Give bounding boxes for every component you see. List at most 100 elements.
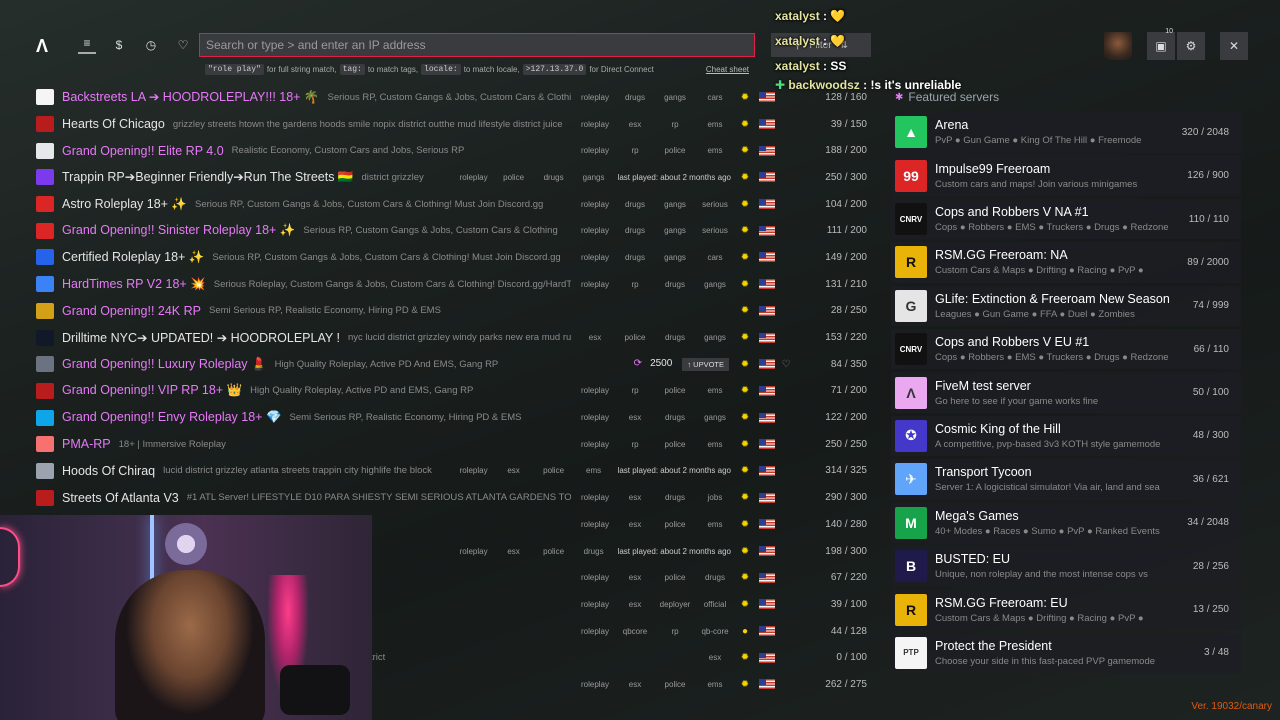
- server-tag[interactable]: ems: [697, 120, 733, 129]
- server-tag[interactable]: drugs: [617, 200, 653, 209]
- server-tag[interactable]: roleplay: [577, 573, 613, 582]
- server-tag[interactable]: roleplay: [577, 680, 613, 689]
- dollar-icon[interactable]: $: [110, 36, 128, 54]
- server-row[interactable]: Grand Opening!! Luxury Roleplay 💄 High Qu…: [33, 351, 875, 378]
- server-row[interactable]: Astro Roleplay 18+ ✨ Serious RP, Custom G…: [33, 191, 875, 218]
- server-row[interactable]: Hoods Of Chiraq lucid district grizzley a…: [33, 458, 875, 485]
- server-tag[interactable]: drugs: [657, 280, 693, 289]
- server-tag[interactable]: roleplay: [577, 146, 613, 155]
- server-tag[interactable]: gangs: [576, 173, 612, 182]
- server-tag[interactable]: gangs: [697, 413, 733, 422]
- server-tag[interactable]: roleplay: [577, 520, 613, 529]
- server-tag[interactable]: roleplay: [577, 386, 613, 395]
- server-tag[interactable]: roleplay: [577, 600, 613, 609]
- featured-server-card[interactable]: Λ FiveM test server Go here to see if your…: [891, 372, 1241, 413]
- server-tag[interactable]: rp: [657, 627, 693, 636]
- featured-server-card[interactable]: CNRV Cops and Robbers V EU #1 Cops ● Robbe…: [891, 328, 1241, 370]
- settings-button[interactable]: ⚙: [1177, 32, 1205, 60]
- server-row[interactable]: Trappin RP➔Beginner Friendly➔Run The Str…: [33, 164, 875, 191]
- favorite-heart-icon[interactable]: ♡: [779, 359, 793, 370]
- server-tag[interactable]: esx: [697, 653, 733, 662]
- server-tag[interactable]: ems: [576, 466, 612, 475]
- server-tag[interactable]: esx: [617, 493, 653, 502]
- upvote-button[interactable]: ↑ UPVOTE: [682, 357, 729, 371]
- server-tag[interactable]: roleplay: [456, 466, 492, 475]
- server-tag[interactable]: official: [697, 600, 733, 609]
- server-tag[interactable]: roleplay: [577, 627, 613, 636]
- server-row[interactable]: HardTimes RP V2 18+ 💥 Serious Roleplay, C…: [33, 271, 875, 298]
- server-tag[interactable]: police: [657, 386, 693, 395]
- server-tag[interactable]: esx: [617, 573, 653, 582]
- server-tag[interactable]: esx: [617, 520, 653, 529]
- server-tag[interactable]: esx: [617, 413, 653, 422]
- server-tag[interactable]: rp: [617, 146, 653, 155]
- server-row[interactable]: Hearts Of Chicago grizzley streets htown …: [33, 111, 875, 138]
- featured-server-card[interactable]: M Mega's Games 40+ Modes ● Races ● Sumo ● …: [891, 502, 1241, 544]
- server-tag[interactable]: drugs: [617, 226, 653, 235]
- notifications-button[interactable]: ▣ 10: [1147, 28, 1175, 60]
- server-tag[interactable]: roleplay: [577, 200, 613, 209]
- server-row[interactable]: PMA-RP 18+ | Immersive Roleplay roleplay rp…: [33, 431, 875, 458]
- server-row[interactable]: Streets Of Atlanta V3 #1 ATL Server! LIFE…: [33, 484, 875, 511]
- server-tag[interactable]: cars: [697, 93, 733, 102]
- server-tag[interactable]: rp: [617, 440, 653, 449]
- server-tag[interactable]: drugs: [617, 253, 653, 262]
- server-tag[interactable]: drugs: [617, 93, 653, 102]
- server-tag[interactable]: roleplay: [577, 93, 613, 102]
- server-tag[interactable]: gangs: [697, 280, 733, 289]
- server-tag[interactable]: ems: [697, 680, 733, 689]
- featured-server-card[interactable]: ✈ Transport Tycoon Server 1: A logicistica…: [891, 459, 1241, 500]
- server-row[interactable]: Backstreets LA ➔ HOODROLEPLAY!!! 18+ 🌴 Se…: [33, 84, 875, 111]
- server-tag[interactable]: ems: [697, 386, 733, 395]
- server-tag[interactable]: police: [657, 440, 693, 449]
- featured-server-card[interactable]: CNRV Cops and Robbers V NA #1 Cops ● Robbe…: [891, 198, 1241, 240]
- cheat-sheet-link[interactable]: Cheat sheet: [706, 65, 749, 74]
- featured-server-card[interactable]: ✪ Cosmic King of the Hill A competitive, p…: [891, 415, 1241, 457]
- server-tag[interactable]: esx: [617, 600, 653, 609]
- server-tag[interactable]: drugs: [657, 493, 693, 502]
- server-tag[interactable]: esx: [577, 333, 613, 342]
- server-tag[interactable]: police: [617, 333, 653, 342]
- server-tag[interactable]: rp: [617, 280, 653, 289]
- featured-server-card[interactable]: B BUSTED: EU Unique, non roleplay and the …: [891, 545, 1241, 587]
- server-tag[interactable]: drugs: [576, 547, 612, 556]
- server-tag[interactable]: police: [657, 573, 693, 582]
- server-tag[interactable]: gangs: [657, 93, 693, 102]
- featured-server-card[interactable]: 99 Impulse99 Freeroam Custom cars and maps…: [891, 155, 1241, 196]
- server-tag[interactable]: roleplay: [577, 440, 613, 449]
- server-tag[interactable]: drugs: [697, 573, 733, 582]
- fivem-logo[interactable]: Λ: [36, 36, 48, 57]
- server-tag[interactable]: esx: [496, 547, 532, 556]
- server-tag[interactable]: police: [536, 466, 572, 475]
- server-tag[interactable]: deployer: [657, 600, 693, 609]
- server-tag[interactable]: drugs: [536, 173, 572, 182]
- featured-server-card[interactable]: G GLife: Extinction & Freeroam New Season…: [891, 285, 1241, 327]
- server-tag[interactable]: police: [657, 520, 693, 529]
- server-tag[interactable]: cars: [697, 253, 733, 262]
- server-row[interactable]: Grand Opening!! Sinister Roleplay 18+ ✨ S…: [33, 217, 875, 244]
- server-tag[interactable]: qb-core: [697, 627, 733, 636]
- server-tag[interactable]: ems: [697, 520, 733, 529]
- server-row[interactable]: Grand Opening!! Elite RP 4.0 Realistic Ec…: [33, 137, 875, 164]
- server-tag[interactable]: ems: [697, 440, 733, 449]
- server-tag[interactable]: gangs: [657, 253, 693, 262]
- avatar[interactable]: [1104, 32, 1132, 60]
- server-tag[interactable]: drugs: [657, 333, 693, 342]
- server-row[interactable]: Certified Roleplay 18+ ✨ Serious RP, Cust…: [33, 244, 875, 271]
- server-tag[interactable]: police: [536, 547, 572, 556]
- server-tag[interactable]: qbcore: [617, 627, 653, 636]
- history-icon[interactable]: ◷: [142, 36, 160, 54]
- server-tag[interactable]: rp: [617, 386, 653, 395]
- server-tag[interactable]: esx: [496, 466, 532, 475]
- server-tag[interactable]: gangs: [657, 226, 693, 235]
- server-tag[interactable]: serious: [697, 226, 733, 235]
- server-tag[interactable]: roleplay: [577, 120, 613, 129]
- server-tag[interactable]: ems: [697, 146, 733, 155]
- server-tag[interactable]: serious: [697, 200, 733, 209]
- server-tag[interactable]: jobs: [697, 493, 733, 502]
- server-tag[interactable]: rp: [657, 120, 693, 129]
- list-icon[interactable]: ≡: [78, 36, 96, 54]
- server-tag[interactable]: esx: [617, 120, 653, 129]
- server-tag[interactable]: police: [657, 146, 693, 155]
- server-tag[interactable]: roleplay: [577, 413, 613, 422]
